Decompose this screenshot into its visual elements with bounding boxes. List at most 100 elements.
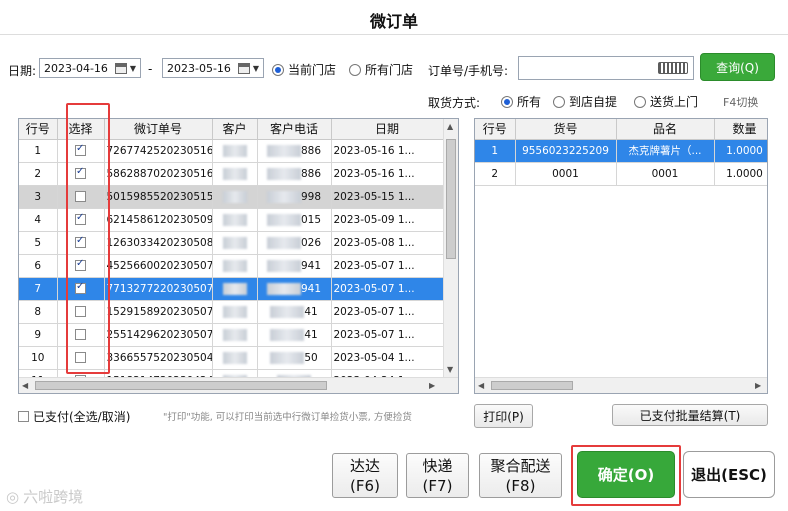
orders-vertical-scrollbar[interactable]: ▲ ▼: [443, 119, 458, 377]
col-header-customer[interactable]: 客户: [212, 119, 258, 140]
f4-switch-hint[interactable]: F4切换: [723, 94, 758, 110]
redacted-customer: [222, 351, 247, 364]
select-column-highlight: [66, 103, 110, 374]
customer-phone: 998: [257, 185, 332, 209]
redacted-customer: [222, 328, 247, 341]
items-grid[interactable]: 行号 货号 品名 数量 1 9556023225209 杰克牌薯片（... 1.000…: [474, 118, 768, 394]
date-to-value: 2023-05-16: [167, 61, 231, 75]
col-header-sku[interactable]: 货号: [515, 119, 617, 140]
col-header-row-no[interactable]: 行号: [19, 119, 58, 140]
phone-tail: 50: [304, 351, 318, 364]
item-row[interactable]: 2 0001 0001 1.0000: [475, 162, 767, 186]
express-delivery-button[interactable]: 快递 (F7): [406, 453, 469, 498]
row-number: 9: [19, 323, 58, 347]
scroll-thumb[interactable]: [446, 139, 456, 259]
redacted-phone: [266, 282, 301, 295]
customer-name: [212, 231, 258, 255]
radio-unselected-icon: [634, 95, 646, 108]
order-number: 5015985520230515...: [104, 185, 213, 209]
order-date: 2023-05-16 1...: [331, 139, 444, 163]
redacted-customer: [222, 259, 247, 272]
order-number: 5862887020230516...: [104, 162, 213, 186]
scroll-right-icon[interactable]: ▶: [755, 381, 761, 390]
item-quantity: 1.0000: [714, 139, 767, 163]
watermark: ◎ 六啦跨境: [6, 486, 83, 507]
dropdown-arrow-icon[interactable]: ▼: [130, 64, 136, 73]
calendar-icon[interactable]: [114, 62, 127, 74]
date-from-picker[interactable]: 2023-04-16 ▼: [39, 58, 141, 78]
item-quantity: 1.0000: [714, 162, 767, 186]
item-sku: 0001: [515, 162, 617, 186]
scroll-right-icon[interactable]: ▶: [429, 381, 435, 390]
window-title: 微订单: [369, 12, 418, 31]
dada-delivery-button[interactable]: 达达 (F6): [332, 453, 398, 498]
row-number: 10: [19, 346, 58, 370]
order-date: 2023-05-08 1...: [331, 231, 444, 255]
row-number: 8: [19, 300, 58, 324]
col-header-quantity[interactable]: 数量: [714, 119, 767, 140]
dada-label: 达达: [349, 456, 380, 475]
items-horizontal-scrollbar[interactable]: ◀ ▶: [475, 377, 767, 393]
customer-name: [212, 254, 258, 278]
scroll-left-icon[interactable]: ◀: [478, 381, 484, 390]
calendar-icon[interactable]: [237, 62, 250, 74]
redacted-customer: [222, 167, 247, 180]
orders-horizontal-scrollbar[interactable]: ◀ ▶: [19, 377, 458, 393]
redacted-phone: [266, 213, 301, 226]
col-header-date[interactable]: 日期: [331, 119, 444, 140]
radio-pickup-self[interactable]: 到店自提: [553, 93, 617, 110]
radio-all-stores[interactable]: 所有门店: [349, 61, 413, 78]
phone-tail: 41: [304, 328, 318, 341]
items-header-row: 行号 货号 品名 数量: [475, 119, 767, 140]
col-header-order-no[interactable]: 微订单号: [104, 119, 213, 140]
aggregate-delivery-button[interactable]: 聚合配送 (F8): [479, 453, 562, 498]
order-date: 2023-05-16 1...: [331, 162, 444, 186]
redacted-phone: [266, 236, 301, 249]
paid-select-all-label: 已支付(全选/取消): [33, 410, 131, 424]
row-number: 6: [19, 254, 58, 278]
scroll-up-icon[interactable]: ▲: [447, 122, 453, 131]
radio-unselected-icon: [553, 95, 565, 108]
radio-pickup-all[interactable]: 所有: [501, 93, 541, 110]
order-date: 2023-05-07 1...: [331, 323, 444, 347]
query-button[interactable]: 查询(Q): [700, 53, 775, 81]
order-date: 2023-05-07 1...: [331, 300, 444, 324]
order-phone-label: 订单号/手机号:: [428, 64, 509, 78]
row-number: 1: [475, 139, 516, 163]
batch-settle-button[interactable]: 已支付批量结算(T): [612, 404, 768, 426]
redacted-phone: [266, 167, 301, 180]
scroll-thumb[interactable]: [491, 381, 573, 390]
order-date: 2023-05-07 1...: [331, 254, 444, 278]
paid-select-all-checkbox[interactable]: 已支付(全选/取消): [18, 408, 130, 425]
phone-tail: 998: [300, 190, 322, 203]
redacted-phone: [270, 305, 305, 318]
item-name: 0001: [616, 162, 715, 186]
row-number: 5: [19, 231, 58, 255]
print-button[interactable]: 打印(P): [474, 404, 533, 428]
radio-selected-icon: [501, 95, 513, 108]
keyboard-icon[interactable]: [658, 62, 688, 74]
dropdown-arrow-icon[interactable]: ▼: [253, 64, 259, 73]
scroll-thumb[interactable]: [35, 381, 327, 390]
scroll-left-icon[interactable]: ◀: [22, 381, 28, 390]
redacted-customer: [222, 190, 247, 203]
express-label: 快递: [422, 456, 453, 475]
col-header-row-no[interactable]: 行号: [475, 119, 516, 140]
order-date: 2023-05-15 1...: [331, 185, 444, 209]
col-header-product-name[interactable]: 品名: [616, 119, 715, 140]
redacted-phone: [266, 259, 301, 272]
order-date: 2023-05-09 1...: [331, 208, 444, 232]
radio-pickup-delivery[interactable]: 送货上门: [634, 93, 698, 110]
exit-button[interactable]: 退出(ESC): [683, 451, 775, 498]
date-to-picker[interactable]: 2023-05-16 ▼: [162, 58, 264, 78]
redacted-customer: [222, 236, 247, 249]
col-header-customer-phone[interactable]: 客户电话: [257, 119, 332, 140]
item-row[interactable]: 1 9556023225209 杰克牌薯片（... 1.0000: [475, 139, 767, 163]
confirm-button[interactable]: 确定(O): [577, 451, 675, 498]
row-number: 1: [19, 139, 58, 163]
row-number: 7: [19, 277, 58, 301]
row-number: 2: [475, 162, 516, 186]
scroll-down-icon[interactable]: ▼: [447, 365, 453, 374]
customer-phone: 41: [257, 323, 332, 347]
radio-current-store[interactable]: 当前门店: [272, 61, 336, 78]
